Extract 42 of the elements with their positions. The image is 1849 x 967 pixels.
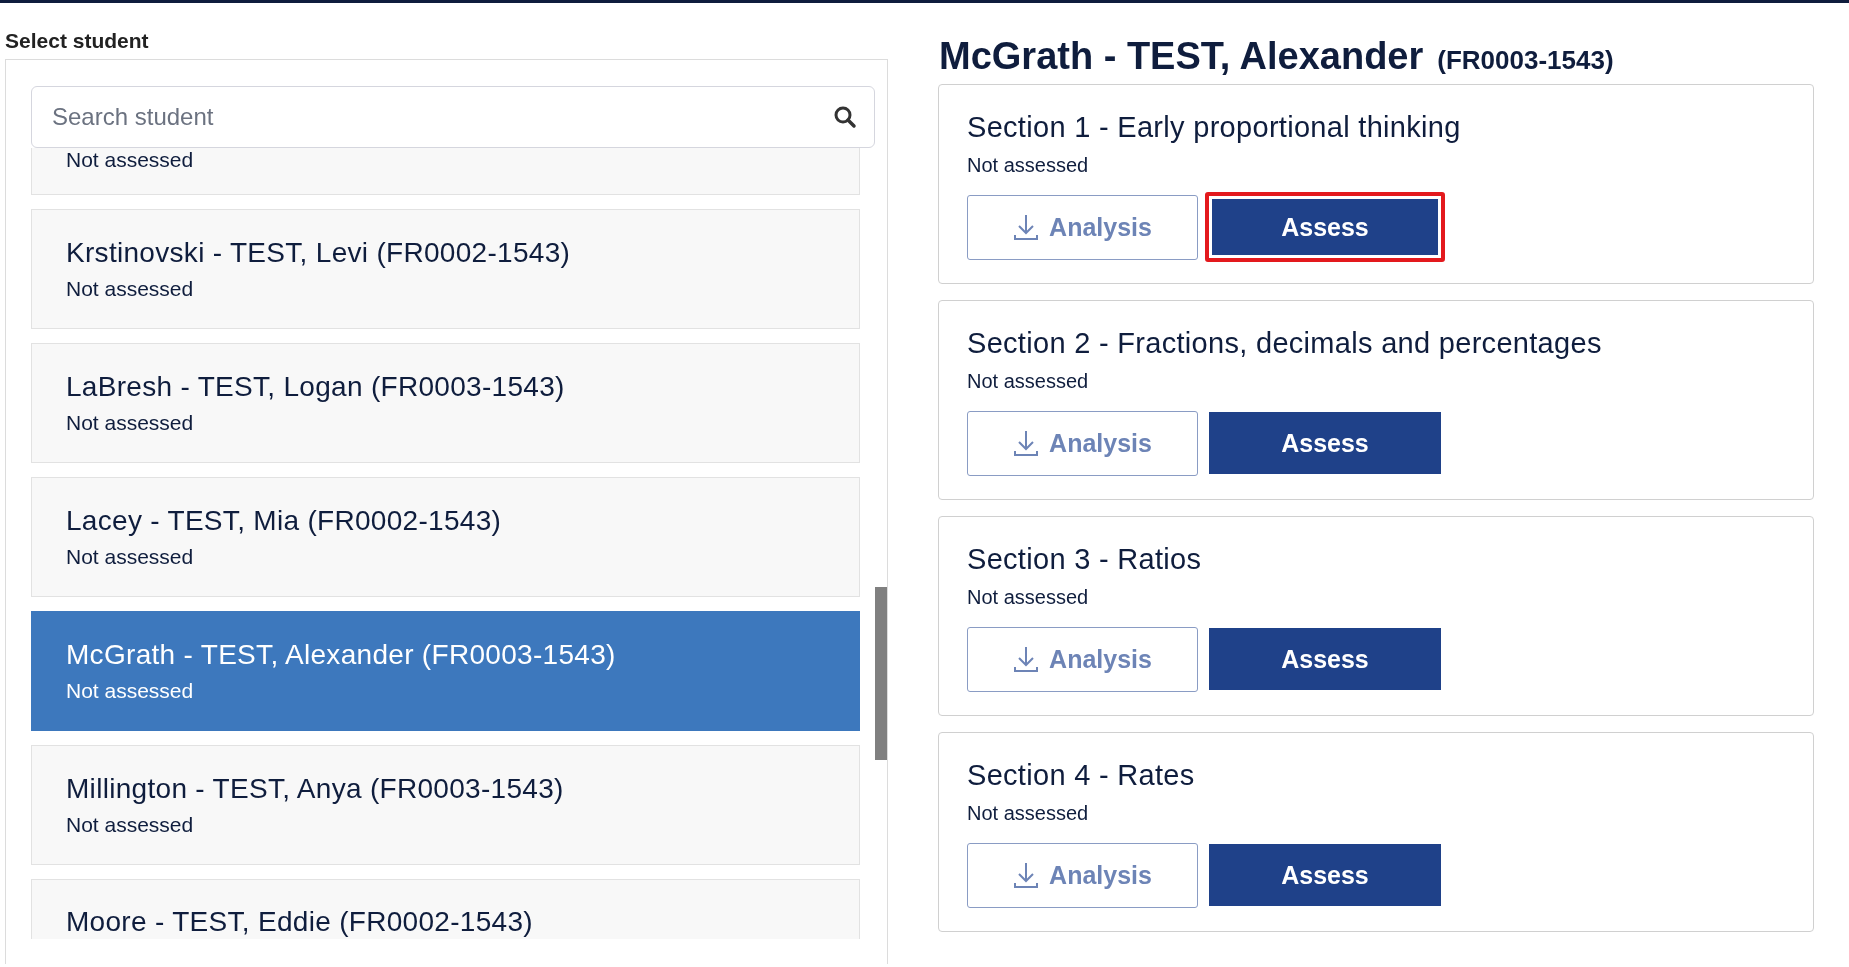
assessment-status: Not assessed <box>967 586 1090 609</box>
student-name: Lacey - TEST, Mia (FR0002-1543) <box>66 505 503 537</box>
student-heading: McGrath - TEST, Alexander <box>939 35 1424 78</box>
student-item[interactable]: Lacey - TEST, Mia (FR0002-1543) Not assessed <box>31 477 860 597</box>
assessment-status: Not assessed <box>66 148 195 172</box>
student-name: Moore - TEST, Eddie (FR0002-1543) <box>66 906 534 938</box>
analysis-button[interactable]: Analysis <box>967 626 1198 692</box>
download-icon <box>1013 429 1040 457</box>
student-item[interactable]: Not assessed <box>31 148 860 195</box>
assessment-status: Not assessed <box>967 154 1090 177</box>
student-item[interactable]: McGrath - TEST, Alexander (FR0003-1543) Not assessed <box>31 611 860 731</box>
search-field[interactable]: Search student <box>31 86 875 148</box>
student-name: Krstinovski - TEST, Levi (FR0002-1543) <box>66 237 572 269</box>
section-title: Section 1 - Early proportional thinking <box>967 111 1462 144</box>
student-name: Millington - TEST, Anya (FR0003-1543) <box>66 773 565 805</box>
scrollbar-thumb[interactable] <box>875 587 887 760</box>
assessment-status: Not assessed <box>66 277 195 301</box>
assessment-status: Not assessed <box>66 813 195 837</box>
student-item[interactable]: Millington - TEST, Anya (FR0003-1543) Not assessed <box>31 745 860 865</box>
student-code: (FR0003-1543) <box>1437 45 1614 76</box>
assessment-status: Not assessed <box>967 370 1090 393</box>
assessment-status: Not assessed <box>66 411 195 435</box>
student-name: LaBresh - TEST, Logan (FR0003-1543) <box>66 371 566 403</box>
assessment-status: Not assessed <box>66 679 195 703</box>
download-icon <box>1013 861 1040 889</box>
section-title: Section 2 - Fractions, decimals and percentages <box>967 327 1603 360</box>
analysis-button[interactable]: Analysis <box>967 410 1198 476</box>
assessment-status: Not assessed <box>66 545 195 569</box>
download-icon <box>1013 645 1040 673</box>
panel-label: Select student <box>5 29 150 53</box>
section-title: Section 3 - Ratios <box>967 543 1203 576</box>
analysis-button[interactable]: Analysis <box>967 842 1198 908</box>
assessment-status: Not assessed <box>967 802 1090 825</box>
student-item[interactable]: Krstinovski - TEST, Levi (FR0002-1543) Not assessed <box>31 209 860 329</box>
student-item[interactable]: LaBresh - TEST, Logan (FR0003-1543) Not assessed <box>31 343 860 463</box>
student-item[interactable]: Moore - TEST, Eddie (FR0002-1543) <box>31 879 860 939</box>
assess-button[interactable]: Assess <box>1205 192 1445 262</box>
search-icon[interactable] <box>833 105 857 129</box>
student-name: McGrath - TEST, Alexander (FR0003-1543) <box>66 639 617 671</box>
analysis-button[interactable]: Analysis <box>967 194 1198 260</box>
download-icon <box>1013 213 1040 241</box>
section-title: Section 4 - Rates <box>967 759 1196 792</box>
